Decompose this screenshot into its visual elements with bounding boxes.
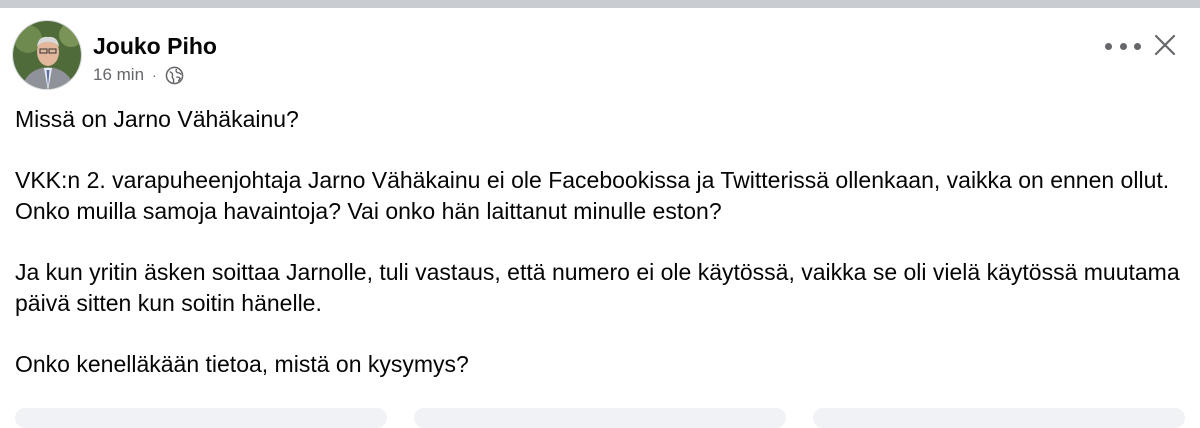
post-paragraph: VKK:n 2. varapuheenjohtaja Jarno Vähäkai… <box>15 167 1170 224</box>
more-dot <box>1105 42 1112 50</box>
more-dot <box>1134 42 1141 50</box>
share-button[interactable] <box>813 408 1185 428</box>
like-button[interactable] <box>15 408 387 428</box>
more-dot <box>1119 42 1127 50</box>
globe-icon <box>165 66 184 85</box>
meta-separator: · <box>152 67 157 83</box>
close-icon[interactable] <box>1152 32 1178 58</box>
post-paragraph: Onko kenelläkään tietoa, mistä on kysymy… <box>15 351 469 377</box>
more-options-icon[interactable] <box>1105 34 1141 58</box>
post-time[interactable]: 16 min <box>93 65 144 85</box>
comment-button[interactable] <box>414 408 786 428</box>
author-name[interactable]: Jouko Piho <box>93 33 217 60</box>
post-body: Missä on Jarno Vähäkainu? VKK:n 2. varap… <box>15 104 1185 410</box>
post-paragraph: Ja kun yritin äsken soittaa Jarnolle, tu… <box>15 259 1180 316</box>
avatar[interactable] <box>12 20 82 90</box>
top-divider <box>0 0 1200 8</box>
post-paragraph: Missä on Jarno Vähäkainu? <box>15 106 299 132</box>
post-meta: 16 min · <box>93 65 184 85</box>
